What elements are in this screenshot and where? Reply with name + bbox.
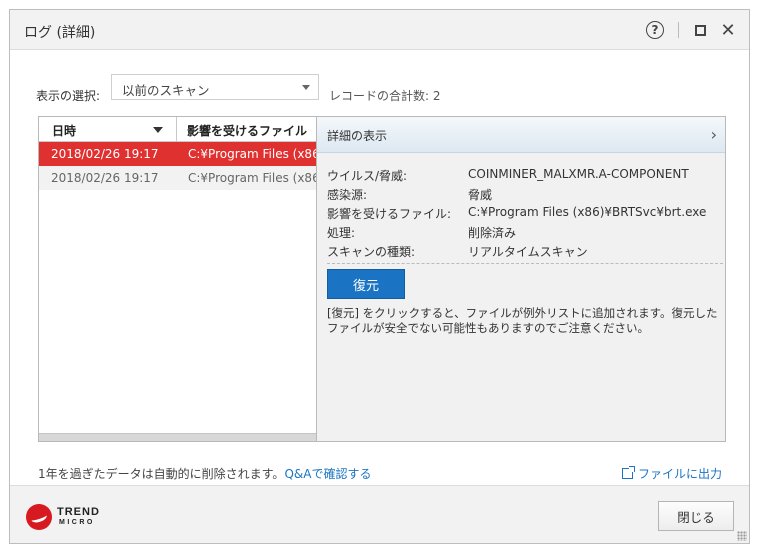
filter-select[interactable]: 以前のスキャン [111, 74, 319, 100]
column-affected-file[interactable]: 影響を受けるファイル [187, 122, 307, 139]
column-date[interactable]: 日時 [52, 122, 76, 139]
close-icon[interactable]: ✕ [716, 18, 740, 42]
row-date: 2018/02/26 19:17 [51, 147, 159, 161]
restore-note: [復元] をクリックすると、ファイルが例外リストに追加されます。復元したファイル… [327, 306, 718, 335]
window-title: ログ (詳細) [24, 25, 96, 41]
restore-button[interactable]: 復元 [327, 269, 405, 299]
qa-link[interactable]: Q&Aで確認する [284, 467, 371, 481]
logo-ball-icon [26, 504, 52, 530]
close-button[interactable]: 閉じる [658, 501, 734, 531]
chevron-down-icon [302, 85, 310, 90]
row-file: C:¥Program Files (x86)¥BRTSvc¥brt.exe [188, 147, 317, 161]
export-label: ファイルに出力 [638, 467, 723, 481]
record-count-label: レコードの合計数: [329, 89, 430, 103]
horizontal-scrollbar[interactable] [39, 433, 317, 441]
detail-title: 詳細の表示 [327, 129, 388, 143]
resize-grip[interactable] [737, 531, 747, 541]
table-row[interactable]: 2018/02/26 19:17 C:¥Program Files (x86)¥… [39, 166, 317, 190]
help-icon[interactable]: ? [643, 18, 667, 42]
retention-text: 1年を過ぎたデータは自動的に削除されます。 [38, 467, 285, 481]
detail-panel: 詳細の表示 › ウイルス/脅威: COINMINER_MALXMR.A-COMPO… [316, 116, 726, 442]
row-file: C:¥Program Files (x86)¥BRTSvc¥brt.exe [188, 171, 317, 185]
log-detail-window: ログ (詳細) ? ✕ 表示の選択: 以前のスキャン レコードの合計数: 2 日… [9, 9, 750, 544]
record-count: レコードの合計数: 2 [329, 87, 441, 104]
export-icon [622, 466, 635, 479]
filter-label: 表示の選択: [36, 89, 101, 103]
divider [327, 263, 723, 264]
table-row[interactable]: 2018/02/26 19:17 C:¥Program Files (x86)¥… [39, 142, 317, 166]
sort-down-icon[interactable] [153, 127, 163, 133]
retention-notice: 1年を過ぎたデータは自動的に削除されます。Q&Aで確認する [38, 465, 371, 482]
log-list: 日時 影響を受けるファイル 2018/02/26 19:17 C:¥Progra… [38, 116, 318, 442]
footer: TREND MICRO 閉じる [10, 485, 749, 543]
row-date: 2018/02/26 19:17 [51, 171, 159, 185]
column-divider[interactable] [176, 117, 177, 142]
record-count-value: 2 [432, 89, 441, 103]
export-link[interactable]: ファイルに出力 [622, 465, 722, 482]
logo-text-bottom: MICRO [59, 519, 95, 526]
logo-text-top: TREND [57, 506, 100, 518]
list-header: 日時 影響を受けるファイル [39, 117, 317, 142]
title-bar: ログ (詳細) ? ✕ [10, 10, 749, 50]
titlebar-divider [678, 22, 679, 38]
filter-selected-value: 以前のスキャン [122, 83, 210, 98]
maximize-icon[interactable] [688, 18, 712, 42]
chevron-right-icon[interactable]: › [711, 125, 717, 144]
detail-header[interactable]: 詳細の表示 › [317, 117, 725, 153]
